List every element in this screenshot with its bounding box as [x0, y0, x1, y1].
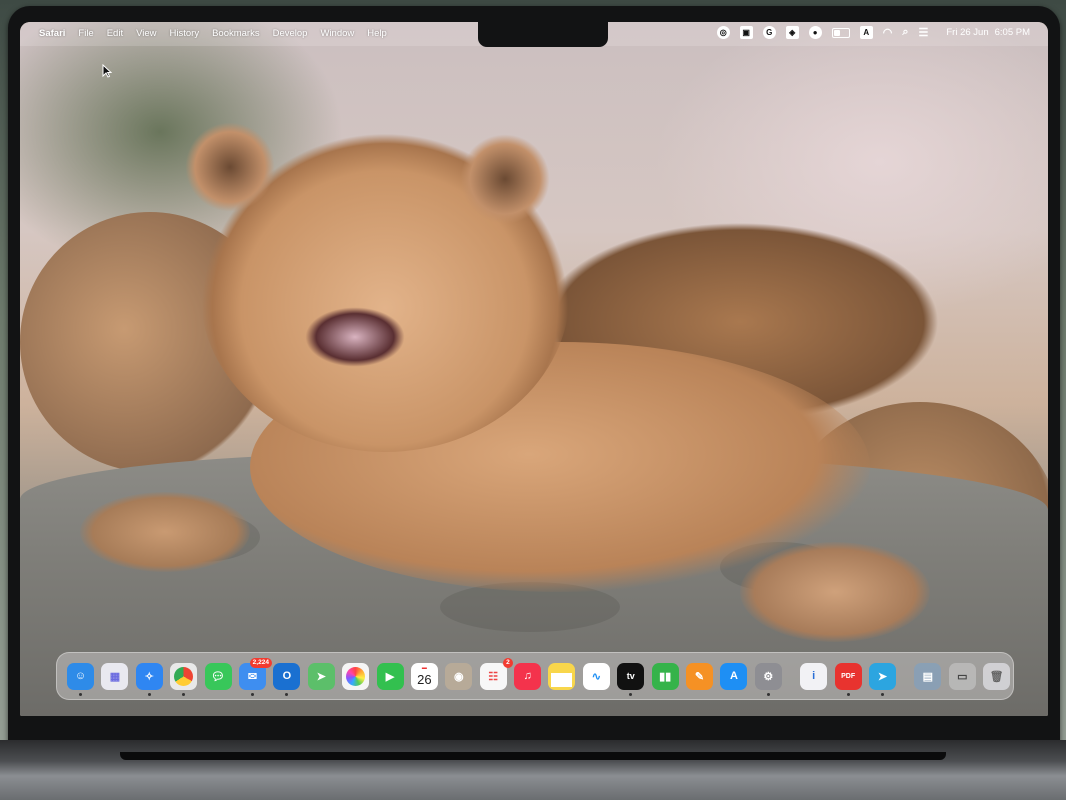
dock-mail[interactable]: ✉ 2,224	[238, 657, 272, 696]
dock-pdf-expert[interactable]: PDF	[834, 662, 862, 696]
menu-edit[interactable]: Edit	[107, 28, 123, 39]
laptop-hinge	[120, 752, 946, 760]
dock-tv[interactable]: tv	[617, 662, 645, 696]
control-center-icon[interactable]: ☰	[918, 26, 928, 39]
laptop-base	[0, 740, 1066, 800]
folder-stack-icon: ▤	[922, 670, 934, 683]
dock-notes[interactable]	[548, 662, 576, 690]
lion-cub-mouth	[305, 307, 405, 367]
tv-label: tv	[626, 671, 635, 681]
dock-calendar[interactable]: ▬ 26	[410, 662, 438, 690]
music-icon: ♫	[523, 670, 532, 682]
info-icon: i	[812, 670, 816, 682]
outlook-icon: O	[282, 670, 292, 682]
menu-history[interactable]: History	[170, 28, 200, 39]
dock-launchpad[interactable]: ▦	[101, 662, 129, 690]
menu-app-name[interactable]: Safari	[39, 28, 65, 39]
reminders-badge: 2	[503, 657, 513, 668]
dock-downloads-stack[interactable]: ▭	[948, 662, 976, 690]
dock-reminders[interactable]: ☷ 2	[479, 657, 513, 690]
screen: Safari File Edit View History Bookmarks …	[20, 22, 1048, 716]
camera-notch	[478, 22, 608, 47]
pages-icon: ✎	[694, 670, 705, 683]
grammarly-icon[interactable]: G	[762, 26, 776, 39]
maps-icon: ➤	[316, 670, 326, 683]
dock-facetime[interactable]: ▶	[376, 662, 404, 690]
downloads-stack-icon: ▭	[957, 670, 968, 683]
safari-icon: ✧	[144, 670, 154, 683]
dock-finder[interactable]: ☺	[67, 662, 94, 696]
menu-clock[interactable]: Fri 26 Jun 6:05 PM	[940, 27, 1030, 38]
dock-telegram[interactable]: ➤	[868, 662, 896, 696]
dock-contacts[interactable]: ◉	[445, 662, 473, 690]
reminders-icon: ☷	[488, 670, 499, 683]
dock: ☺ ▦ ✧ 💬︎ ✉ 2,224 O ➤ ▶ ▬ 26 ◉ ☷ 2 ♫ ∿ tv…	[56, 652, 1014, 700]
user-icon[interactable]: ●	[808, 26, 822, 39]
menu-view[interactable]: View	[136, 28, 156, 39]
menu-bookmarks[interactable]: Bookmarks	[212, 28, 260, 39]
dock-pages[interactable]: ✎	[686, 662, 714, 690]
search-icon[interactable]: ⌕	[902, 26, 908, 39]
settings-icon: ⚙	[763, 670, 774, 683]
dock-chrome[interactable]	[170, 662, 198, 696]
telegram-icon: ➤	[877, 670, 888, 683]
menu-date: Fri 26 Jun	[946, 27, 989, 38]
battery-icon[interactable]	[831, 27, 850, 38]
input-source-icon[interactable]: A	[859, 26, 873, 39]
dock-freeform[interactable]: ∿	[582, 662, 610, 690]
menu-help[interactable]: Help	[367, 28, 387, 39]
trash-icon: 🗑︎	[989, 670, 1004, 683]
dock-trash[interactable]: 🗑︎	[983, 662, 1011, 690]
dock-music[interactable]: ♫	[514, 662, 542, 690]
dock-numbers[interactable]: ▮▮	[651, 662, 679, 690]
lion-cub-paw-right	[740, 542, 930, 642]
pdf-label: PDF	[841, 672, 856, 680]
facetime-icon: ▶	[385, 670, 395, 683]
app-store-icon: A	[729, 670, 738, 682]
menu-develop[interactable]: Develop	[273, 28, 308, 39]
cube-icon[interactable]: ◈	[785, 26, 799, 39]
lion-cub-ear-right	[460, 134, 550, 224]
mouse-pointer-icon	[102, 63, 113, 83]
dock-maps[interactable]: ➤	[307, 662, 335, 690]
finder-icon: ☺	[74, 670, 87, 682]
contacts-icon: ◉	[453, 670, 464, 683]
mail-icon: ✉	[247, 670, 258, 683]
chatgpt-icon[interactable]: ◎	[716, 26, 730, 39]
menu-window[interactable]: Window	[320, 28, 354, 39]
screen-recorder-icon[interactable]: ▣	[739, 26, 753, 39]
dock-messages[interactable]: 💬︎	[204, 662, 232, 690]
messages-icon: 💬︎	[211, 670, 226, 683]
wifi-icon[interactable]: ◠	[883, 26, 893, 39]
freeform-icon: ∿	[591, 670, 601, 683]
calendar-icon: ▬	[421, 664, 427, 671]
calendar-day: 26	[417, 671, 432, 687]
lion-cub-ear-left	[185, 122, 275, 212]
notes-icon	[551, 673, 573, 687]
dock-system-settings[interactable]: ⚙	[754, 662, 782, 696]
launchpad-icon: ▦	[109, 670, 121, 683]
menu-file[interactable]: File	[78, 28, 93, 39]
dock-app-store[interactable]: A	[720, 662, 748, 690]
menu-time: 6:05 PM	[994, 27, 1030, 38]
dock-applications-stack[interactable]: ▤	[914, 662, 942, 690]
dock-photos[interactable]	[342, 662, 370, 690]
dock-outlook[interactable]: O	[273, 662, 301, 696]
dock-safari[interactable]: ✧	[135, 662, 163, 696]
dock-system-information[interactable]: i	[800, 662, 828, 690]
mail-badge: 2,224	[249, 657, 272, 668]
numbers-icon: ▮▮	[659, 670, 672, 683]
chrome-icon	[174, 666, 194, 686]
photos-icon	[346, 666, 366, 686]
lion-cub-paw-left	[80, 492, 250, 572]
